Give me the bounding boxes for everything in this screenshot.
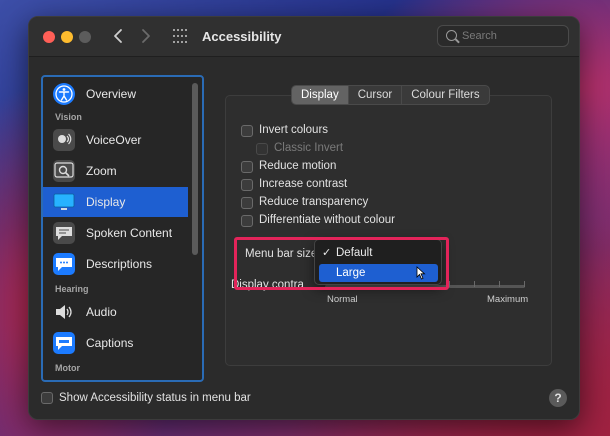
sidebar-item-label: Overview <box>86 87 137 101</box>
checkbox-box[interactable] <box>41 392 53 404</box>
title-bar: Accessibility <box>29 17 579 57</box>
voiceover-icon <box>53 129 75 151</box>
sidebar-section-vision: Vision <box>55 112 82 122</box>
display-icon <box>53 191 75 213</box>
checkbox-box[interactable] <box>241 179 253 191</box>
speaker-icon <box>53 301 75 323</box>
sidebar-section-motor: Motor <box>55 363 80 373</box>
sidebar-item-captions[interactable]: Captions <box>43 328 188 358</box>
sidebar-item-label: Descriptions <box>86 257 153 271</box>
minimize-window-button[interactable] <box>61 31 73 43</box>
checkbox-box[interactable] <box>241 125 253 137</box>
checkbox-box[interactable] <box>241 197 253 209</box>
sidebar-item-overview[interactable]: Overview <box>43 79 188 109</box>
checkbox-label: Differentiate without colour <box>259 214 395 226</box>
show-all-grid-icon[interactable] <box>173 29 189 45</box>
chevron-left-icon <box>114 29 122 43</box>
sidebar-item-label: Display <box>86 195 126 209</box>
checkbox-label: Classic Invert <box>274 142 344 154</box>
sidebar-scrollbar[interactable] <box>192 83 198 255</box>
checkbox-label: Reduce transparency <box>259 196 369 208</box>
slider-tick <box>474 281 475 287</box>
speech-bubble-icon <box>53 222 75 244</box>
accessibility-person-icon <box>53 83 75 105</box>
slider-max-label: Maximum <box>487 294 529 305</box>
search-input[interactable] <box>462 28 562 44</box>
sidebar-item-spoken-content[interactable]: Spoken Content <box>43 218 188 248</box>
sidebar-item-label: Captions <box>86 336 134 350</box>
tab-bar: Display Cursor Colour Filters <box>291 85 490 105</box>
checkbox-label: Invert colours <box>259 124 329 136</box>
sidebar-item-display[interactable]: Display <box>43 187 188 217</box>
tab-display[interactable]: Display <box>292 86 349 104</box>
annotation-highlight-box <box>234 237 449 290</box>
search-field[interactable] <box>437 25 569 47</box>
slider-tick <box>449 281 450 287</box>
checkbox-box[interactable] <box>241 215 253 227</box>
sidebar-item-zoom[interactable]: Zoom <box>43 156 188 186</box>
sidebar: Overview Vision VoiceOver Zoom Display S… <box>41 75 204 382</box>
captions-icon <box>53 332 75 354</box>
help-button[interactable]: ? <box>549 389 567 407</box>
zoom-icon <box>53 160 75 182</box>
descriptions-icon <box>53 253 75 275</box>
sidebar-item-label: Spoken Content <box>86 226 173 240</box>
sidebar-item-descriptions[interactable]: Descriptions <box>43 249 188 279</box>
slider-tick <box>524 281 525 287</box>
slider-tick <box>499 281 500 287</box>
search-icon <box>446 30 457 41</box>
window-title: Accessibility <box>202 29 282 44</box>
sidebar-item-voiceover[interactable]: VoiceOver <box>43 125 188 155</box>
checkbox-box[interactable] <box>241 161 253 173</box>
sidebar-section-hearing: Hearing <box>55 284 89 294</box>
zoom-window-button[interactable] <box>79 31 91 43</box>
close-window-button[interactable] <box>43 31 55 43</box>
checkbox-label: Reduce motion <box>259 160 337 172</box>
sidebar-item-label: Audio <box>86 305 117 319</box>
chevron-right-icon <box>142 29 150 43</box>
sidebar-item-label: Zoom <box>86 164 117 178</box>
preferences-window: Accessibility Overview Vision <box>28 16 580 420</box>
tab-colour-filters[interactable]: Colour Filters <box>402 86 488 104</box>
forward-button[interactable] <box>137 25 155 47</box>
checkbox-label: Increase contrast <box>259 178 348 190</box>
sidebar-item-label: VoiceOver <box>86 133 142 147</box>
checkbox-label: Show Accessibility status in menu bar <box>59 392 251 404</box>
tab-cursor[interactable]: Cursor <box>349 86 403 104</box>
sidebar-item-audio[interactable]: Audio <box>43 297 188 327</box>
slider-min-label: Normal <box>327 294 358 305</box>
checkbox-box <box>256 143 268 155</box>
back-button[interactable] <box>109 25 127 47</box>
